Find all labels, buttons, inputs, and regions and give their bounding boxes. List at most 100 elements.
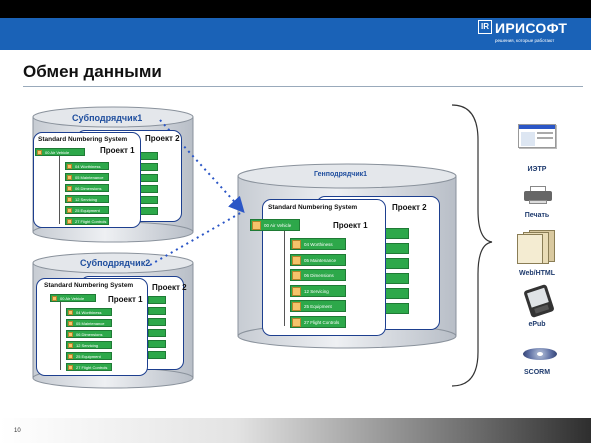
tree-block	[385, 258, 409, 269]
sub1-project2-label: Проект 2	[145, 134, 180, 143]
node-icon	[292, 317, 301, 327]
tree-child-node: 12 Servicing	[290, 284, 346, 297]
node-icon	[68, 354, 73, 359]
node-label: 00 Air Vehicle	[264, 223, 292, 228]
ietm-screen-icon	[518, 124, 556, 148]
sub2-project1-card	[36, 278, 148, 376]
node-label: 04 Worthiness	[76, 310, 102, 315]
tree-child-node: 12 Servicing	[66, 341, 112, 349]
tree-block	[148, 351, 166, 359]
sub2-project2-label: Проект 2	[152, 283, 187, 292]
node-icon	[68, 310, 73, 315]
node-icon	[67, 164, 72, 169]
tree-root-node: 00 Air Vehicle	[35, 148, 85, 156]
output-label-print: Печать	[524, 212, 550, 219]
web-html-icon	[517, 230, 557, 264]
node-label: 25 Equipment	[304, 304, 332, 309]
tree-block	[385, 303, 409, 314]
node-label: 06 Dimensions	[304, 273, 334, 278]
tree-root-node: 00 Air Vehicle	[50, 294, 96, 302]
sub1-project1-label: Проект 1	[100, 146, 135, 155]
output-brace	[451, 104, 493, 387]
sub2-sns-label: Standard Numbering System	[44, 282, 134, 289]
node-label: 27 Flight Controls	[75, 219, 107, 224]
tree-block	[140, 163, 158, 171]
node-icon	[252, 221, 261, 230]
tree-child-node: 25 Equipment	[66, 352, 112, 360]
node-label: 05 Maintenance	[304, 257, 337, 263]
tree-block	[140, 174, 158, 182]
tree-child-node: 27 Flight Controls	[65, 217, 109, 225]
tree-child-node: 12 Servicing	[65, 195, 109, 203]
sub2-name: Субподрядчик2	[80, 258, 151, 268]
node-icon	[67, 219, 72, 224]
main-project2-label: Проект 2	[392, 203, 427, 212]
tree-child-node: 04 Worthiness	[66, 308, 112, 316]
node-icon	[68, 365, 73, 370]
tree-block	[385, 288, 409, 299]
node-label: 12 Servicing	[304, 288, 329, 294]
tree-block	[385, 243, 409, 254]
node-label: 04 Worthiness	[75, 164, 101, 169]
node-icon	[52, 296, 57, 301]
node-label: 25 Equipment	[76, 354, 101, 359]
tree-block	[385, 273, 409, 284]
tree-child-node: 06 Dimensions	[65, 184, 109, 192]
node-icon	[37, 150, 42, 155]
main-sns-label: Standard Numbering System	[268, 204, 358, 211]
sub2-project2-stack	[148, 296, 166, 366]
node-icon	[67, 197, 72, 202]
node-label: 06 Dimensions	[76, 332, 103, 337]
node-icon	[292, 302, 301, 311]
node-icon	[292, 240, 301, 249]
tree-block	[148, 329, 166, 337]
node-label: 27 Flight Controls	[76, 365, 108, 370]
node-icon	[292, 271, 301, 280]
tree-child-node: 05 Maintenance	[290, 253, 346, 266]
tree-child-node: 06 Dimensions	[290, 269, 346, 281]
node-label: 12 Servicing	[76, 343, 99, 348]
node-label: 05 Maintenance	[76, 321, 105, 326]
output-label-scorm: SCORM	[523, 369, 551, 376]
tree-block	[148, 296, 166, 304]
tree-block	[148, 307, 166, 315]
tree-child-node: 04 Worthiness	[65, 162, 109, 170]
tree-child-node: 25 Equipment	[65, 206, 109, 214]
tree-connector	[60, 302, 61, 370]
main-project1-label: Проект 1	[333, 221, 368, 230]
tree-block	[140, 207, 158, 215]
sub2-project1-label: Проект 1	[108, 295, 143, 304]
node-label: 00 Air Vehicle	[60, 296, 85, 301]
tree-connector	[284, 231, 285, 326]
sub1-project2-stack	[140, 152, 158, 218]
node-icon	[67, 186, 72, 191]
scorm-disc-icon	[523, 344, 557, 362]
node-label: 04 Worthiness	[304, 242, 333, 247]
output-label-web: Web/HTML	[518, 270, 556, 277]
node-icon	[67, 208, 72, 213]
node-label: 12 Servicing	[75, 197, 98, 202]
tree-block	[140, 196, 158, 204]
tree-child-node: 25 Equipment	[290, 300, 346, 312]
node-label: 27 Flight Controls	[304, 319, 340, 325]
main-name: Генподрядчик1	[314, 171, 368, 178]
tree-block	[140, 185, 158, 193]
tree-root-node: 00 Air Vehicle	[250, 219, 300, 231]
node-label: 25 Equipment	[75, 208, 100, 213]
node-label: 00 Air Vehicle	[45, 150, 70, 155]
tree-block	[385, 228, 409, 239]
node-icon	[68, 332, 73, 337]
node-icon	[292, 255, 301, 265]
node-icon	[68, 343, 73, 348]
node-label: 05 Maintenance	[75, 175, 104, 180]
tree-child-node: 04 Worthiness	[290, 238, 346, 250]
main-project2-stack	[385, 228, 409, 328]
tree-child-node: 27 Flight Controls	[66, 363, 112, 371]
tree-block	[148, 340, 166, 348]
output-label-epub: ePub	[528, 321, 546, 328]
node-icon	[67, 175, 72, 180]
tree-connector	[59, 156, 60, 224]
tree-block	[148, 318, 166, 326]
sub1-name: Субподрядчик1	[72, 113, 143, 123]
output-label-ietm: ИЭТР	[527, 166, 547, 173]
